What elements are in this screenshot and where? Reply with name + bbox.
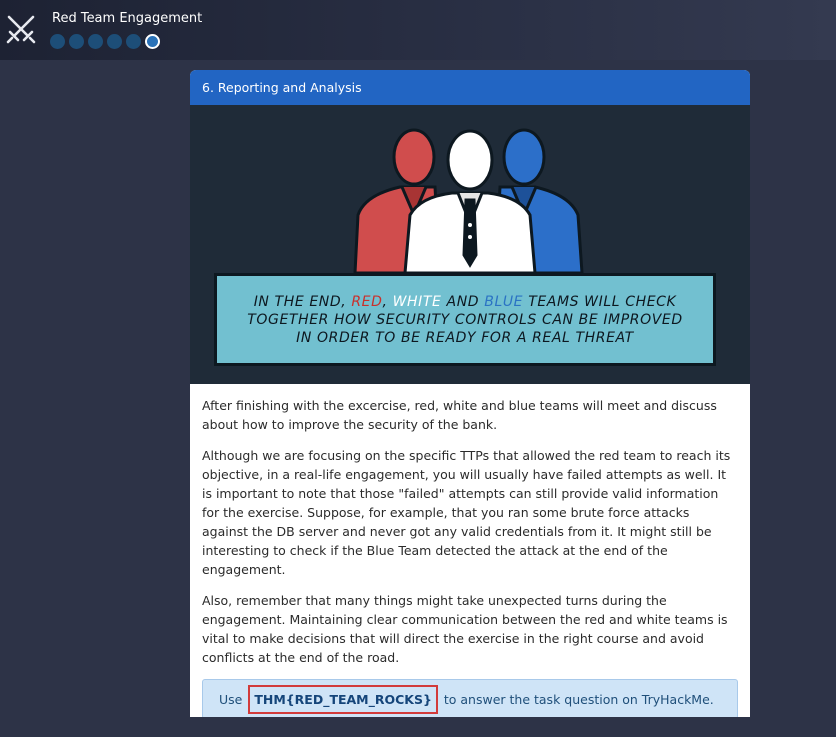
progress-step[interactable] [69, 34, 84, 49]
progress-step-current[interactable] [145, 34, 160, 49]
crossed-swords-icon[interactable] [6, 14, 36, 44]
progress-step[interactable] [126, 34, 141, 49]
room-title: Red Team Engagement [52, 11, 203, 26]
paragraph: Also, remember that many things might ta… [202, 593, 728, 665]
task-content: After finishing with the excercise, red,… [190, 384, 750, 717]
task-title: 6. Reporting and Analysis [202, 80, 362, 95]
task-progress [50, 34, 160, 49]
task-header[interactable]: 6. Reporting and Analysis [190, 70, 750, 105]
paragraph: After finishing with the excercise, red,… [202, 398, 717, 432]
banner-red-word: RED [351, 293, 383, 310]
banner-blue-word: BLUE [484, 293, 524, 310]
task-illustration: IN THE END, RED, WHITE AND BLUE TEAMS WI… [190, 105, 750, 384]
banner-text: AND [441, 293, 485, 310]
paragraph: Although we are focusing on the specific… [202, 448, 731, 577]
answer-prefix: Use [219, 691, 247, 707]
flag-value[interactable]: THM{RED_TEAM_ROCKS} [248, 684, 438, 714]
illustration-banner: IN THE END, RED, WHITE AND BLUE TEAMS WI… [214, 273, 716, 366]
task-card: 6. Reporting and Analysis IN THE END, RE… [190, 70, 750, 717]
answer-hint-box: Use THM{RED_TEAM_ROCKS} to answer the ta… [202, 679, 738, 717]
banner-white-word: WHITE [392, 293, 442, 310]
progress-step[interactable] [107, 34, 122, 49]
progress-step[interactable] [88, 34, 103, 49]
answer-suffix: to answer the task question on TryHackMe… [439, 691, 714, 707]
banner-text: IN THE END, [253, 293, 352, 310]
top-bar: Red Team Engagement [0, 0, 836, 60]
banner-text: , [382, 293, 393, 310]
progress-step[interactable] [50, 34, 65, 49]
